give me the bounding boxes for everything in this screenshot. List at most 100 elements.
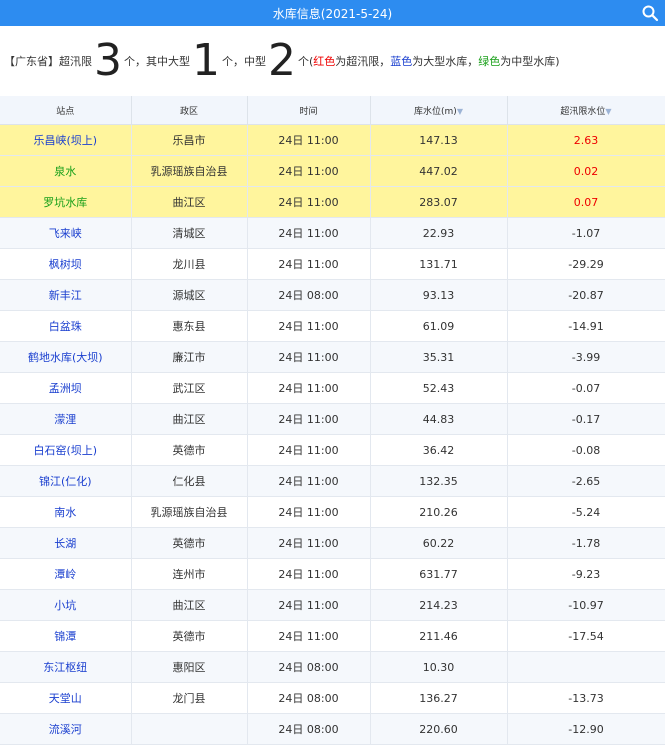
- water-level-cell: 631.77: [370, 558, 508, 590]
- table-row[interactable]: 天堂山 龙门县 24日 08:00 136.27 -13.73: [0, 682, 665, 714]
- region-cell: 惠东县: [131, 310, 248, 342]
- station-name[interactable]: 天堂山: [0, 682, 132, 714]
- region-cell: 廉江市: [131, 341, 248, 373]
- sort-icon[interactable]: ▼: [457, 107, 463, 116]
- station-name[interactable]: 乐昌峡(坝上): [0, 124, 132, 156]
- table-row[interactable]: 乐昌峡(坝上) 乐昌市 24日 11:00 147.13 2.63: [0, 124, 665, 156]
- station-name[interactable]: 罗坑水库: [0, 186, 132, 218]
- table-row[interactable]: 白石窑(坝上) 英德市 24日 11:00 36.42 -0.08: [0, 434, 665, 466]
- summary-after-medium: 个(: [298, 55, 314, 68]
- station-name[interactable]: 东江枢纽: [0, 651, 132, 683]
- over-limit-cell: -29.29: [507, 248, 665, 280]
- water-level-cell: 447.02: [370, 155, 508, 187]
- summary-prefix: 【广东省】超汛限: [4, 55, 92, 68]
- over-limit-cell: -13.73: [507, 682, 665, 714]
- col-water-level[interactable]: 库水位(m)▼: [370, 96, 508, 125]
- col-over-limit[interactable]: 超汛限水位▼: [507, 96, 665, 125]
- table-row[interactable]: 泉水 乳源瑶族自治县 24日 11:00 447.02 0.02: [0, 155, 665, 187]
- station-name[interactable]: 鹤地水库(大坝): [0, 341, 132, 373]
- station-name[interactable]: 流溪河: [0, 713, 132, 745]
- over-limit-cell: -0.08: [507, 434, 665, 466]
- table-row[interactable]: 锦江(仁化) 仁化县 24日 11:00 132.35 -2.65: [0, 465, 665, 497]
- water-level-cell: 93.13: [370, 279, 508, 311]
- over-limit-cell: -1.07: [507, 217, 665, 249]
- over-limit-cell: -3.99: [507, 341, 665, 373]
- table-row[interactable]: 白盆珠 惠东县 24日 11:00 61.09 -14.91: [0, 310, 665, 342]
- region-cell: 英德市: [131, 527, 248, 559]
- station-name[interactable]: 锦潭: [0, 620, 132, 652]
- region-cell: 连州市: [131, 558, 248, 590]
- legend-blue: 蓝色: [390, 55, 413, 68]
- region-cell: 曲江区: [131, 403, 248, 435]
- legend-green: 绿色: [478, 55, 501, 68]
- station-name[interactable]: 泉水: [0, 155, 132, 187]
- legend-blue-text: 为大型水库，: [412, 55, 479, 68]
- time-cell: 24日 11:00: [247, 217, 371, 249]
- station-name[interactable]: 孟洲坝: [0, 372, 132, 404]
- table-row[interactable]: 锦潭 英德市 24日 11:00 211.46 -17.54: [0, 620, 665, 652]
- table-row[interactable]: 南水 乳源瑶族自治县 24日 11:00 210.26 -5.24: [0, 496, 665, 528]
- table-row[interactable]: 小坑 曲江区 24日 11:00 214.23 -10.97: [0, 589, 665, 621]
- water-level-cell: 60.22: [370, 527, 508, 559]
- legend-green-text: 为中型水库: [500, 55, 556, 68]
- water-level-cell: 210.26: [370, 496, 508, 528]
- table-row[interactable]: 飞来峡 清城区 24日 11:00 22.93 -1.07: [0, 217, 665, 249]
- time-cell: 24日 11:00: [247, 403, 371, 435]
- table-row[interactable]: 鹤地水库(大坝) 廉江市 24日 11:00 35.31 -3.99: [0, 341, 665, 373]
- station-name[interactable]: 锦江(仁化): [0, 465, 132, 497]
- col-region: 政区: [131, 96, 248, 125]
- over-limit-cell: -10.97: [507, 589, 665, 621]
- station-name[interactable]: 飞来峡: [0, 217, 132, 249]
- region-cell: 曲江区: [131, 186, 248, 218]
- medium-count: 2: [268, 35, 296, 86]
- col-station: 站点: [0, 96, 132, 125]
- water-level-cell: 283.07: [370, 186, 508, 218]
- station-name[interactable]: 白盆珠: [0, 310, 132, 342]
- table-row[interactable]: 潭岭 连州市 24日 11:00 631.77 -9.23: [0, 558, 665, 590]
- water-level-cell: 36.42: [370, 434, 508, 466]
- time-cell: 24日 08:00: [247, 279, 371, 311]
- region-cell: 清城区: [131, 217, 248, 249]
- station-name[interactable]: 小坑: [0, 589, 132, 621]
- over-limit-cell: 0.07: [507, 186, 665, 218]
- time-cell: 24日 11:00: [247, 186, 371, 218]
- over-limit-cell: -5.24: [507, 496, 665, 528]
- time-cell: 24日 11:00: [247, 310, 371, 342]
- legend-red: 红色: [313, 55, 336, 68]
- table-row[interactable]: 濛浬 曲江区 24日 11:00 44.83 -0.17: [0, 403, 665, 435]
- over-limit-cell: 2.63: [507, 124, 665, 156]
- table-row[interactable]: 枫树坝 龙川县 24日 11:00 131.71 -29.29: [0, 248, 665, 280]
- time-cell: 24日 08:00: [247, 713, 371, 745]
- over-limit-cell: -14.91: [507, 310, 665, 342]
- water-level-cell: 44.83: [370, 403, 508, 435]
- table-row[interactable]: 新丰江 源城区 24日 08:00 93.13 -20.87: [0, 279, 665, 311]
- water-level-cell: 147.13: [370, 124, 508, 156]
- station-name[interactable]: 枫树坝: [0, 248, 132, 280]
- table-row[interactable]: 流溪河 24日 08:00 220.60 -12.90: [0, 713, 665, 745]
- large-count: 1: [192, 35, 220, 86]
- region-cell: 乐昌市: [131, 124, 248, 156]
- region-cell: 龙川县: [131, 248, 248, 280]
- sort-icon[interactable]: ▼: [605, 107, 611, 116]
- over-limit-cell: [507, 651, 665, 683]
- table-header-row: 站点 政区 时间 库水位(m)▼ 超汛限水位▼: [0, 96, 665, 125]
- water-level-cell: 131.71: [370, 248, 508, 280]
- time-cell: 24日 11:00: [247, 341, 371, 373]
- table-row[interactable]: 东江枢纽 惠阳区 24日 08:00 10.30: [0, 651, 665, 683]
- table-row[interactable]: 罗坑水库 曲江区 24日 11:00 283.07 0.07: [0, 186, 665, 218]
- table-row[interactable]: 长湖 英德市 24日 11:00 60.22 -1.78: [0, 527, 665, 559]
- station-name[interactable]: 新丰江: [0, 279, 132, 311]
- station-name[interactable]: 白石窑(坝上): [0, 434, 132, 466]
- station-name[interactable]: 潭岭: [0, 558, 132, 590]
- over-limit-cell: -0.17: [507, 403, 665, 435]
- table-row[interactable]: 孟洲坝 武江区 24日 11:00 52.43 -0.07: [0, 372, 665, 404]
- station-name[interactable]: 长湖: [0, 527, 132, 559]
- water-level-cell: 132.35: [370, 465, 508, 497]
- station-name[interactable]: 南水: [0, 496, 132, 528]
- over-limit-cell: -2.65: [507, 465, 665, 497]
- time-cell: 24日 11:00: [247, 124, 371, 156]
- search-icon[interactable]: [641, 4, 659, 22]
- station-name[interactable]: 濛浬: [0, 403, 132, 435]
- time-cell: 24日 11:00: [247, 620, 371, 652]
- time-cell: 24日 11:00: [247, 527, 371, 559]
